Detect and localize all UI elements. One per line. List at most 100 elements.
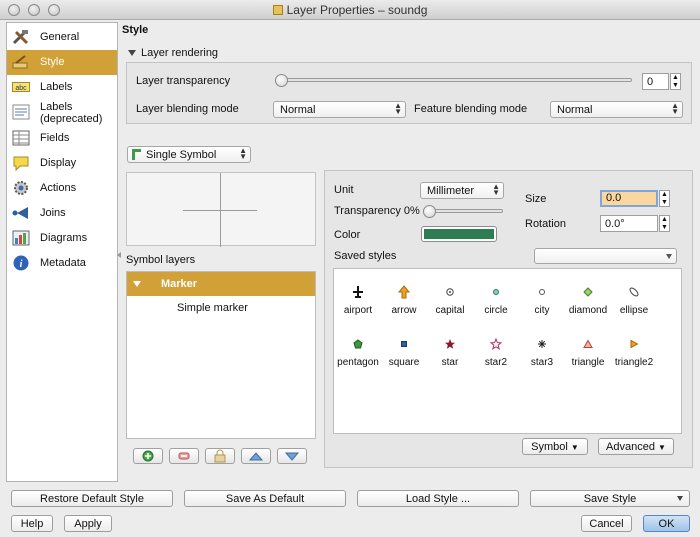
sidebar-item-joins[interactable]: Joins bbox=[7, 201, 117, 226]
symbol-star3[interactable]: star3 bbox=[519, 331, 565, 368]
sidebar-item-labels[interactable]: abc Labels bbox=[7, 75, 117, 100]
splitter-handle-icon[interactable] bbox=[117, 252, 121, 258]
dropdown-arrow-icon bbox=[677, 496, 683, 501]
symbol-triangle[interactable]: triangle bbox=[565, 331, 611, 368]
minus-icon bbox=[178, 452, 190, 460]
layer-blending-combo[interactable]: Normal ▲ ▼ bbox=[273, 101, 406, 118]
color-label: Color bbox=[334, 229, 361, 241]
sidebar-item-style[interactable]: Style bbox=[7, 50, 117, 75]
symbol-transparency-label: Transparency 0% bbox=[334, 205, 420, 217]
symbol-city[interactable]: city bbox=[519, 279, 565, 316]
capital-icon bbox=[446, 288, 454, 296]
lock-icon bbox=[214, 449, 226, 463]
symbol-layers-label: Symbol layers bbox=[126, 254, 196, 266]
symbol-menu-button[interactable]: Symbol ▼ bbox=[522, 438, 588, 455]
label-list-icon bbox=[12, 104, 30, 120]
sidebar-item-labels-deprecated-label: Labels (deprecated) bbox=[40, 101, 103, 125]
load-style-button[interactable]: Load Style ... bbox=[357, 490, 519, 507]
advanced-menu-button[interactable]: Advanced ▼ bbox=[598, 438, 674, 455]
sidebar-item-labels-deprecated[interactable]: Labels (deprecated) bbox=[7, 100, 117, 126]
sidebar-item-display[interactable]: Display bbox=[7, 151, 117, 176]
layer-transparency-slider-handle[interactable] bbox=[275, 74, 288, 87]
speech-bubble-icon bbox=[13, 156, 29, 171]
page-title: Style bbox=[122, 24, 149, 36]
symbol-ellipse[interactable]: ellipse bbox=[611, 279, 657, 316]
sidebar-item-general[interactable]: General bbox=[7, 25, 117, 50]
single-symbol-icon bbox=[132, 149, 141, 160]
updown-icon: ▲ ▼ bbox=[492, 182, 500, 197]
arrow-icon bbox=[397, 285, 411, 299]
unit-combo[interactable]: Millimeter ▲ ▼ bbox=[420, 182, 504, 199]
cancel-button[interactable]: Cancel bbox=[581, 515, 632, 532]
collapse-arrow-icon bbox=[128, 50, 136, 56]
color-button[interactable] bbox=[421, 226, 497, 242]
apply-button[interactable]: Apply bbox=[64, 515, 112, 532]
plus-icon bbox=[142, 450, 154, 462]
lock-layer-button[interactable] bbox=[205, 448, 235, 464]
symbol-square[interactable]: square bbox=[381, 331, 427, 368]
symbol-triangle2[interactable]: triangle2 bbox=[611, 331, 657, 368]
symbol-pentagon[interactable]: pentagon bbox=[335, 331, 381, 368]
diamond-icon bbox=[583, 287, 593, 297]
layer-rendering-header[interactable]: Layer rendering bbox=[128, 47, 218, 59]
sidebar-item-fields[interactable]: Fields bbox=[7, 126, 117, 151]
layer-transparency-label: Layer transparency bbox=[136, 75, 231, 87]
save-style-button[interactable]: Save Style bbox=[530, 490, 690, 507]
abc-label-icon: abc bbox=[12, 82, 30, 92]
move-down-button[interactable] bbox=[277, 448, 307, 464]
preview-crosshair-v bbox=[220, 173, 221, 247]
sidebar-item-actions[interactable]: Actions bbox=[7, 176, 117, 201]
layer-transparency-slider[interactable] bbox=[275, 78, 632, 82]
symbol-star2[interactable]: star2 bbox=[473, 331, 519, 368]
symbol-layers-tree: Marker Simple marker bbox=[126, 271, 316, 439]
feature-blending-label: Feature blending mode bbox=[414, 103, 528, 115]
rotation-spinbox[interactable]: 0.0° bbox=[600, 215, 658, 232]
color-swatch bbox=[424, 229, 494, 239]
symbol-gallery: airport arrow capital circle city diamon… bbox=[333, 268, 682, 434]
star2-icon bbox=[490, 338, 502, 350]
layer-transparency-spinbox[interactable]: 0 bbox=[642, 73, 669, 90]
save-as-default-button[interactable]: Save As Default bbox=[184, 490, 346, 507]
rotation-label: Rotation bbox=[525, 218, 566, 230]
ok-button[interactable]: OK bbox=[643, 515, 690, 532]
style-brush-icon bbox=[12, 55, 28, 69]
tree-expand-icon[interactable] bbox=[133, 281, 141, 287]
restore-default-style-button[interactable]: Restore Default Style bbox=[11, 490, 173, 507]
size-stepper[interactable]: ▲ ▼ bbox=[659, 190, 670, 207]
symbol-arrow[interactable]: arrow bbox=[381, 279, 427, 316]
move-up-button[interactable] bbox=[241, 448, 271, 464]
rotation-stepper[interactable]: ▲ ▼ bbox=[659, 215, 670, 232]
sidebar-item-metadata[interactable]: i Metadata bbox=[7, 251, 117, 276]
symbol-transparency-slider-handle[interactable] bbox=[423, 205, 436, 218]
updown-icon: ▲ ▼ bbox=[394, 101, 402, 116]
circle-icon bbox=[493, 289, 499, 295]
symbol-circle[interactable]: circle bbox=[473, 279, 519, 316]
pentagon-icon bbox=[353, 339, 363, 349]
diagram-icon bbox=[12, 230, 30, 246]
city-icon bbox=[539, 289, 545, 295]
symbol-diamond[interactable]: diamond bbox=[565, 279, 611, 316]
unit-label: Unit bbox=[334, 184, 354, 196]
arrow-down-icon bbox=[284, 452, 300, 461]
symbol-airport[interactable]: airport bbox=[335, 279, 381, 316]
size-spinbox[interactable]: 0.0 bbox=[600, 190, 658, 207]
updown-icon: ▲ ▼ bbox=[671, 101, 679, 116]
ellipse-icon bbox=[629, 287, 639, 297]
square-icon bbox=[401, 341, 407, 347]
saved-styles-combo[interactable] bbox=[534, 248, 677, 264]
star3-icon bbox=[538, 340, 546, 348]
window-title: Layer Properties – soundg bbox=[0, 3, 700, 17]
remove-layer-button[interactable] bbox=[169, 448, 199, 464]
layer-transparency-stepper[interactable]: ▲ ▼ bbox=[670, 73, 681, 90]
dropdown-arrow-icon: ▼ bbox=[570, 443, 579, 452]
feature-blending-combo[interactable]: Normal ▲ ▼ bbox=[550, 101, 683, 118]
symbol-capital[interactable]: capital bbox=[427, 279, 473, 316]
renderer-combo[interactable]: Single Symbol ▲ ▼ bbox=[127, 146, 251, 163]
help-button[interactable]: Help bbox=[11, 515, 53, 532]
table-icon bbox=[12, 130, 30, 146]
tree-item-marker[interactable]: Marker bbox=[127, 272, 315, 296]
add-layer-button[interactable] bbox=[133, 448, 163, 464]
symbol-star[interactable]: star bbox=[427, 331, 473, 368]
tree-item-simple-marker[interactable]: Simple marker bbox=[177, 302, 248, 314]
sidebar-item-diagrams[interactable]: Diagrams bbox=[7, 226, 117, 251]
